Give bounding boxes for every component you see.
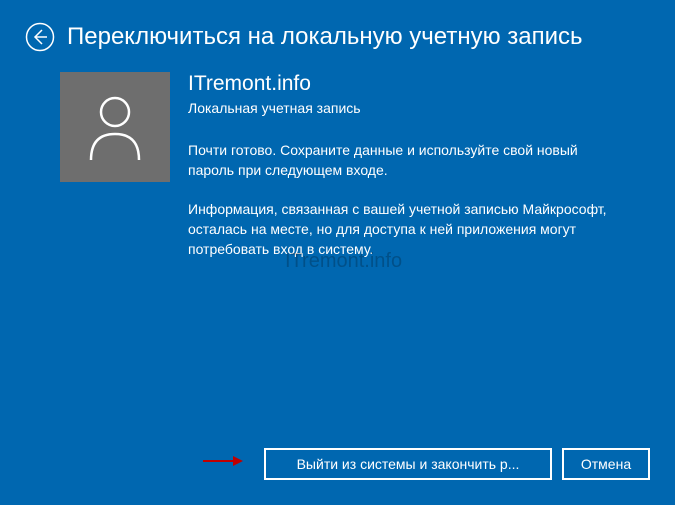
back-arrow-icon (25, 22, 55, 52)
back-button[interactable] (25, 22, 55, 52)
cancel-button[interactable]: Отмена (562, 448, 650, 480)
account-type: Локальная учетная запись (188, 100, 610, 116)
account-name: ITremont.info (188, 72, 610, 96)
signout-and-finish-button[interactable]: Выйти из системы и закончить р... (264, 448, 552, 480)
message-paragraph-2: Информация, связанная с вашей учетной за… (188, 199, 610, 260)
page-title: Переключиться на локальную учетную запис… (67, 23, 583, 51)
message-paragraph-1: Почти готово. Сохраните данные и использ… (188, 140, 610, 181)
indicator-arrow-icon (203, 454, 243, 472)
avatar (60, 72, 170, 182)
user-icon (85, 92, 145, 162)
